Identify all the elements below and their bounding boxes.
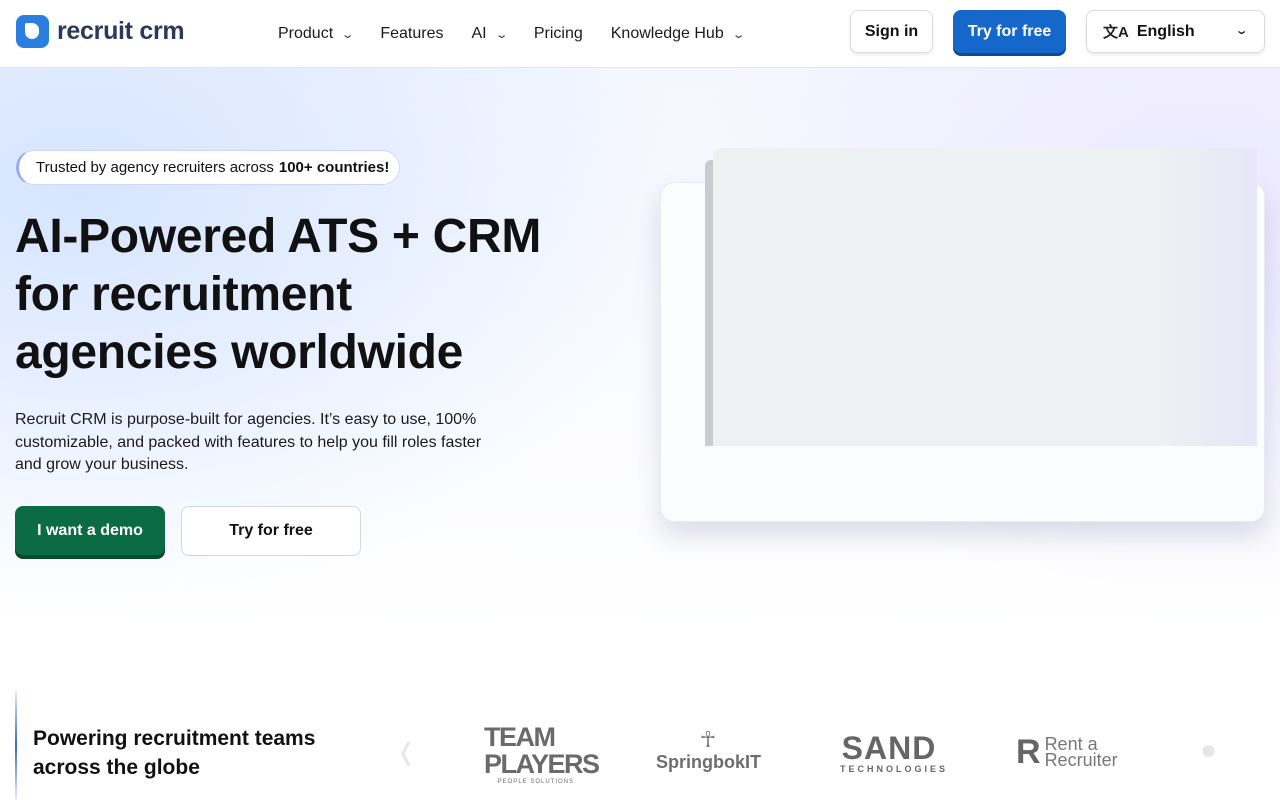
partner-name: Rent a Recruiter <box>1044 734 1118 770</box>
faded-logo-right: ● <box>1200 734 1217 765</box>
partner-tagline: TECHNOLOGIES <box>840 764 949 774</box>
translate-icon: 文A <box>1103 24 1129 41</box>
chevron-down-icon: ⌄ <box>494 28 509 41</box>
nav-pricing[interactable]: Pricing <box>534 25 583 43</box>
partner-tagline: PEOPLE SOLUTIONS <box>497 779 574 785</box>
partners-title: Powering recruitment teams across the gl… <box>33 727 316 779</box>
rent-r-icon: R <box>1016 733 1041 771</box>
nav-features[interactable]: Features <box>380 25 443 43</box>
chevron-down-icon: ⌄ <box>731 28 746 41</box>
nav-product[interactable]: Product ⌄ <box>278 25 355 43</box>
nav-ai-label: AI <box>471 25 487 42</box>
hero-headline: AI-Powered ATS + CRM for recruitment age… <box>15 210 542 379</box>
demo-button[interactable]: I want a demo <box>15 506 165 555</box>
nav-knowledge-hub[interactable]: Knowledge Hub ⌄ <box>610 25 746 43</box>
partner-logo-springbokit: ☥ SpringbokIT <box>656 727 761 773</box>
partner-logo-team-players: TEAM PLAYERS PEOPLE SOLUTIONS <box>484 724 600 786</box>
nav-knowledge-hub-label: Knowledge Hub <box>610 25 724 42</box>
partner-logo-sand: SAND TECHNOLOGIES <box>840 730 949 774</box>
faded-logo-left: ❬ <box>396 739 417 766</box>
site-header: recruit crm Product ⌄ Features AI ⌄ Pric… <box>0 0 1280 68</box>
hero-subtext: Recruit CRM is purpose-built for agencie… <box>15 411 482 473</box>
nav-pricing-label: Pricing <box>533 25 583 42</box>
language-label: English <box>1136 22 1195 40</box>
nav-product-label: Product <box>278 25 334 42</box>
trusted-text: Trusted by agency recruiters across <box>36 159 274 176</box>
product-preview-screen <box>713 148 1257 446</box>
nav-features-label: Features <box>380 25 444 42</box>
partners-section: Powering recruitment teams across the gl… <box>0 648 1280 800</box>
logo-text: recruit crm <box>57 17 185 45</box>
partner-logo-rent-a-recruiter: R Rent a Recruiter <box>1016 733 1124 771</box>
try-free-hero-button[interactable]: Try for free <box>181 506 361 556</box>
main-nav: Product ⌄ Features AI ⌄ Pricing Knowledg… <box>278 0 771 68</box>
chevron-down-icon: ⌄ <box>1234 25 1249 37</box>
try-free-header-button[interactable]: Try for free <box>953 10 1066 53</box>
partner-name: TEAM PLAYERS <box>484 722 600 779</box>
language-select[interactable]: 文A English ⌄ <box>1086 10 1265 53</box>
sign-in-button[interactable]: Sign in <box>850 10 933 53</box>
trusted-highlight: 100+ countries! <box>278 159 390 176</box>
logo-mark-icon <box>16 15 49 48</box>
trusted-badge: Trusted by agency recruiters across 100+… <box>16 150 400 185</box>
partner-name: SpringbokIT <box>656 752 761 772</box>
chevron-down-icon: ⌄ <box>340 28 355 41</box>
nav-ai[interactable]: AI ⌄ <box>471 25 509 43</box>
springbok-icon: ☥ <box>699 727 717 752</box>
accent-divider <box>15 690 17 800</box>
partner-name: SAND <box>841 730 937 766</box>
logo[interactable]: recruit crm <box>16 15 185 48</box>
